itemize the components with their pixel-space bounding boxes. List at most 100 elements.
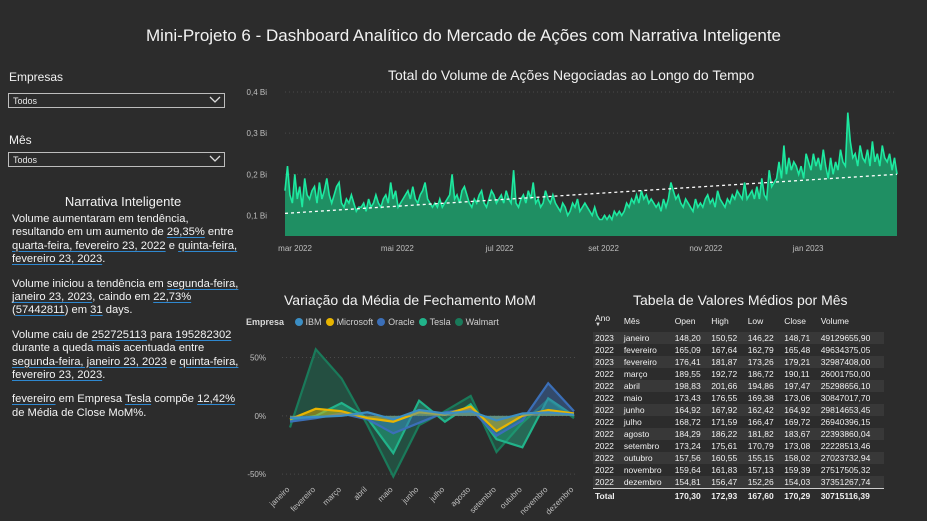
table-cell: 160,55 (709, 452, 746, 464)
x-tick-label: jul 2022 (485, 244, 515, 253)
narrative-text: Volume aumentaram em tendência, resultan… (12, 213, 242, 431)
table-cell: dezembro (621, 476, 673, 489)
mes-dropdown[interactable]: Todos (8, 152, 225, 167)
narrative-paragraph: Volume caiu de 252725113 para 195282302 … (12, 328, 239, 382)
table-cell: 155,15 (745, 452, 783, 464)
table-cell: 161,83 (711, 465, 738, 475)
table-cell: 167,60 (745, 488, 783, 502)
empresas-dropdown[interactable]: Todos (8, 93, 225, 108)
table-cell: 192,72 (711, 369, 738, 379)
legend-item[interactable]: Oracle (388, 317, 415, 327)
table-cell: 26940396,15 (820, 417, 871, 427)
table-cell: 170,30 (672, 488, 710, 502)
table-cell: julho (623, 417, 642, 427)
table-row: 2022 novembro 159,64 161,83 157,13 159,39 2751… (593, 464, 884, 476)
table-cell: 201,66 (709, 380, 746, 392)
page-title: Mini-Projeto 6 - Dashboard Analítico do … (146, 26, 781, 45)
table-cell: 184,29 (672, 428, 710, 440)
y-tick-label: 0,1 Bi (247, 211, 268, 220)
table-cell: 169,72 (784, 417, 811, 427)
table-cell: 194,86 (745, 380, 783, 392)
table-cell: 173,08 (784, 441, 811, 451)
column-header[interactable]: Close (782, 311, 819, 332)
table-cell: 167,64 (711, 345, 738, 355)
chevron-down-icon (209, 96, 221, 103)
table-cell: Total (593, 488, 622, 502)
table-cell: 168,72 (674, 417, 701, 427)
table-cell: 157,13 (747, 465, 774, 475)
highlight-value: 252725113 (91, 328, 147, 341)
mes-filter-label: Mês (9, 133, 32, 147)
legend-item[interactable]: IBM (306, 317, 322, 327)
column-header[interactable]: Low (746, 311, 783, 332)
column-header[interactable]: Volume (819, 311, 884, 332)
highlight-value: 31 (90, 304, 103, 317)
table-cell: 29814653,45 (818, 404, 884, 416)
table-cell: 158,02 (782, 452, 819, 464)
highlight-value: 22,73% (153, 291, 192, 304)
table-cell: 165,48 (784, 345, 811, 355)
table-row: 2022 fevereiro 165,09 167,64 162,79 165,48 496… (593, 344, 884, 356)
legend-item[interactable]: Tesla (430, 317, 451, 327)
table-cell: 154,81 (672, 476, 710, 489)
highlight-value: fevereiro (12, 393, 56, 406)
table-cell: 176,41 (672, 356, 710, 368)
x-tick-label: dezembro (544, 485, 576, 517)
table-cell: 164,92 (672, 404, 710, 416)
table-cell: 198,83 (672, 380, 710, 392)
table-cell: 181,82 (745, 428, 783, 440)
x-tick-label: julho (427, 485, 446, 504)
table-cell: 169,38 (747, 393, 774, 403)
table-cell: 49129655,90 (818, 332, 884, 344)
table-cell: 2023 (593, 356, 622, 368)
table-cell: 26001750,00 (820, 369, 871, 379)
table-row: 2022 maio 173,43 176,55 169,38 173,06 30847017… (593, 392, 884, 404)
x-tick-label: fevereiro (289, 485, 318, 514)
x-tick-label: agosto (449, 485, 473, 509)
column-header[interactable]: Open (673, 311, 710, 332)
table-cell: 2022 (595, 417, 614, 427)
highlight-value: 29,35% (166, 226, 205, 239)
y-tick-label: 50% (250, 354, 266, 363)
table-row: 2022 outubro 157,56 160,55 155,15 158,02 27023… (593, 452, 884, 464)
legend-item[interactable]: Microsoft (337, 317, 374, 327)
empresas-filter-label: Empresas (9, 70, 64, 84)
x-tick-label: setembro (468, 485, 498, 515)
highlight-value: Tesla (124, 393, 152, 406)
y-tick-label: -50% (247, 470, 266, 479)
column-header[interactable]: Ano ▼ (593, 311, 622, 332)
table-cell: 173,24 (674, 441, 701, 451)
table-cell: 170,79 (747, 441, 774, 451)
table-row: 2022 dezembro 154,81 156,47 152,26 154,03 3735… (593, 476, 884, 489)
x-tick-label: março (321, 485, 343, 507)
x-tick-label: junho (400, 485, 421, 506)
table-cell: 162,42 (745, 404, 783, 416)
volume-chart-title: Total do Volume de Ações Negociadas ao L… (388, 67, 755, 83)
table-cell: 197,47 (782, 380, 819, 392)
table-row: 2022 março 189,55 192,72 186,72 190,11 2600175… (593, 368, 884, 380)
table-cell: 49634375,05 (820, 345, 871, 355)
mom-chart-legend: Empresa IBM Microsoft Oracle Tesla Walmart (246, 317, 499, 327)
highlight-value: quarta-feira, fevereiro 23, 2022 (12, 239, 166, 252)
mom-line-chart[interactable]: 50% 0% -50% janeirofevereiro março abril maio… (240, 330, 585, 521)
table-cell: 152,26 (745, 476, 783, 489)
table-cell: 2022 (593, 476, 622, 489)
table-cell: maio (623, 393, 643, 403)
narrative-paragraph: Volume iniciou a tendência em segunda-fe… (12, 277, 239, 317)
table-cell: 2022 (593, 404, 622, 416)
table-cell: outubro (621, 452, 673, 464)
table-cell: março (623, 369, 648, 379)
volume-area-chart[interactable]: 0,4 Bi 0,3 Bi 0,2 Bi 0,1 Bi mar 2022 mai 202… (240, 84, 905, 264)
table-cell: 175,61 (711, 441, 738, 451)
table-cell: junho (621, 404, 673, 416)
table-cell: 171,59 (711, 417, 738, 427)
legend-item[interactable]: Walmart (466, 317, 499, 327)
narrative-paragraph: fevereiro em Empresa Tesla compõe 12,42%… (12, 393, 236, 419)
x-tick-label: mai 2022 (381, 244, 414, 253)
table-cell: 170,29 (782, 488, 819, 502)
table-cell: 148,71 (782, 332, 819, 344)
x-tick-label: nov 2022 (689, 244, 722, 253)
column-header[interactable]: Mês (622, 311, 673, 332)
mom-chart-title: Variação da Média de Fechamento MoM (284, 292, 536, 308)
column-header[interactable]: High (709, 311, 746, 332)
